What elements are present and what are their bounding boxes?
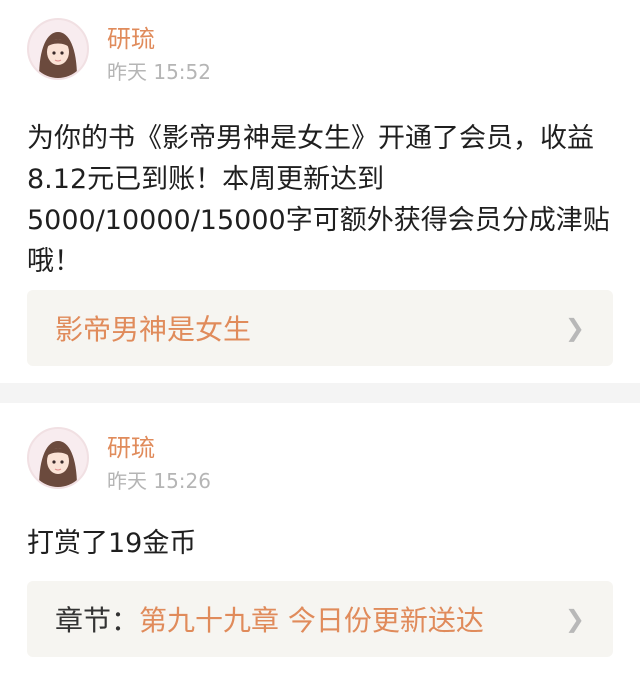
notification-card-1: 研琉 昨天 15:52 为你的书《影帝男神是女生》开通了会员，收益8.12元已到… [0,0,640,383]
chevron-right-icon: ❯ [564,314,585,342]
chevron-right-icon: ❯ [564,605,585,633]
post-time: 昨天 15:52 [107,60,211,84]
post-meta: 研琉 昨天 15:52 [107,18,211,84]
chapter-label: 章节： [55,604,140,637]
author-name[interactable]: 研琉 [107,433,211,463]
chapter-link[interactable]: 章节：第九十九章 今日份更新送达 ❯ [27,581,613,657]
chapter-title: 第九十九章 今日份更新送达 [139,604,484,637]
avatar[interactable] [27,427,89,489]
message-text: 打赏了19金币 [27,528,197,559]
post-time: 昨天 15:26 [107,469,211,493]
post-header: 研琉 昨天 15:52 [27,18,211,84]
notification-card-2: 研琉 昨天 15:26 打赏了19金币 章节：第九十九章 今日份更新送达 ❯ [0,403,640,680]
avatar-image [29,429,87,487]
book-title: 影帝男神是女生 [55,313,252,346]
avatar-image [29,20,87,78]
book-link[interactable]: 影帝男神是女生 ❯ [27,290,613,366]
message-text: 为你的书《影帝男神是女生》开通了会员，收益8.12元已到账！本周更新达到5000… [27,123,610,277]
author-name[interactable]: 研琉 [107,24,211,54]
post-header: 研琉 昨天 15:26 [27,427,211,493]
chapter-line: 章节：第九十九章 今日份更新送达 [55,599,484,639]
section-divider [0,383,640,403]
avatar[interactable] [27,18,89,80]
post-meta: 研琉 昨天 15:26 [107,427,211,493]
